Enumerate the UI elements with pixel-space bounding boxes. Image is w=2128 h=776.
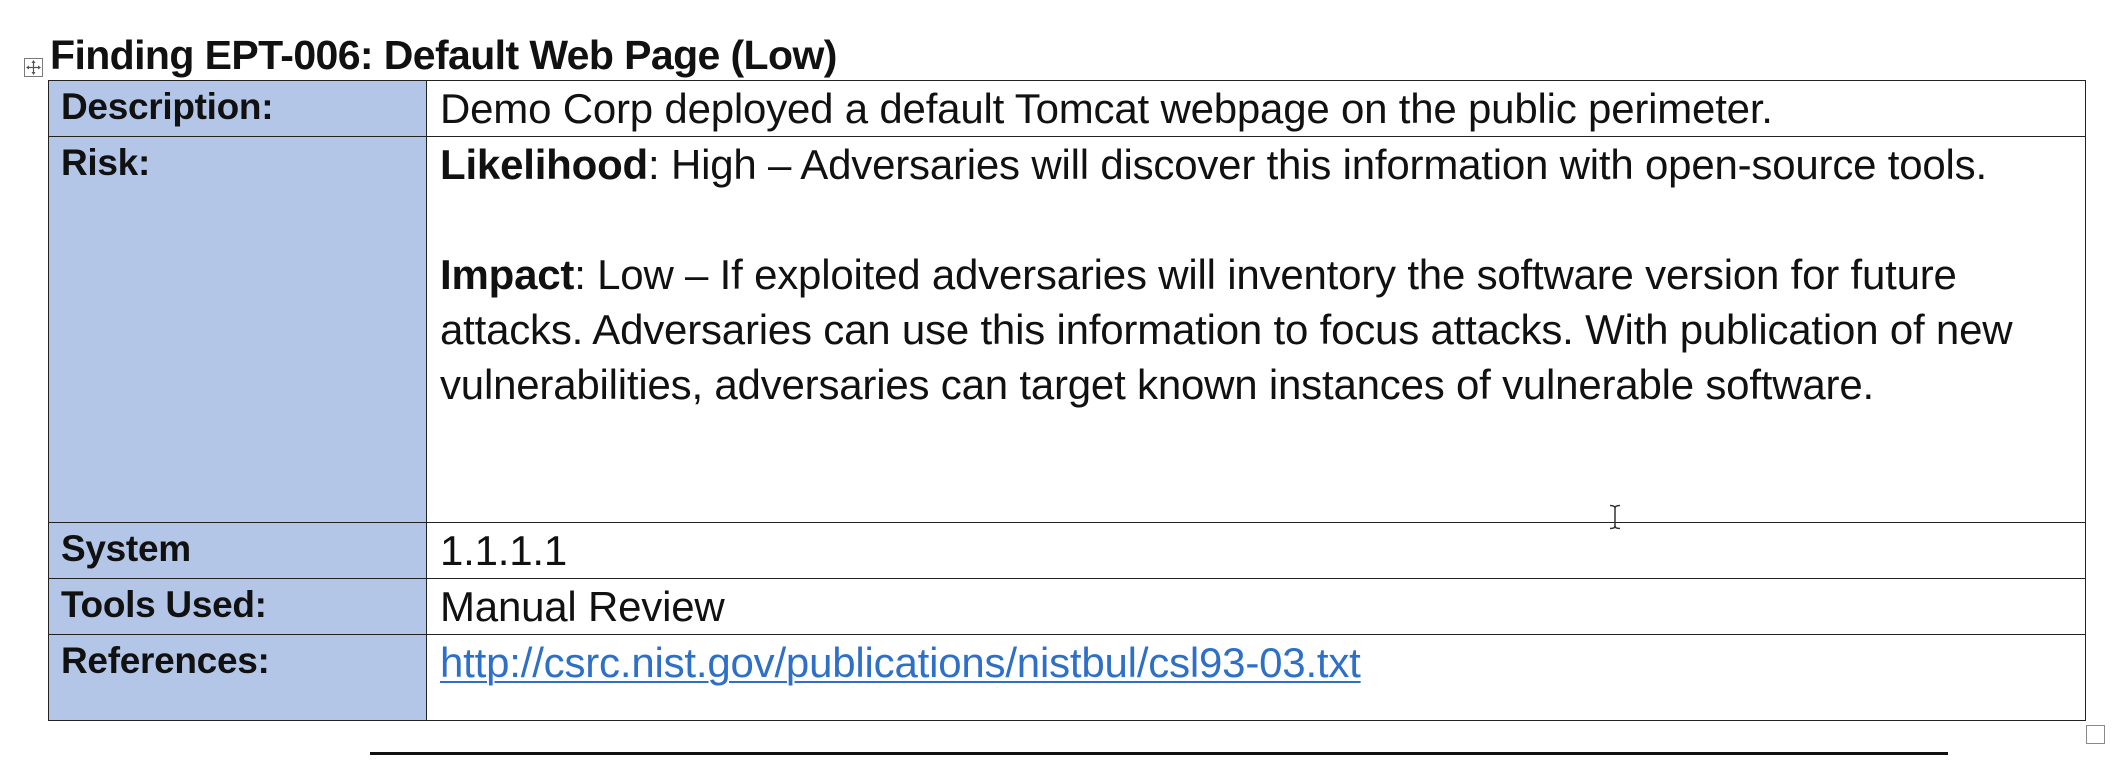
finding-title: Finding EPT-006: Default Web Page (Low) bbox=[50, 32, 837, 78]
description-value[interactable]: Demo Corp deployed a default Tomcat webp… bbox=[426, 80, 2086, 137]
table-resize-handle-icon[interactable] bbox=[2086, 725, 2105, 744]
likelihood-text: : High – Adversaries will discover this … bbox=[648, 141, 1987, 188]
table-row-risk: Risk: Likelihood: High – Adversaries wil… bbox=[48, 136, 2086, 523]
description-label: Description: bbox=[48, 80, 427, 137]
tools-value[interactable]: Manual Review bbox=[426, 578, 2086, 635]
tools-label: Tools Used: bbox=[48, 578, 427, 635]
table-row-tools: Tools Used: Manual Review bbox=[48, 578, 2086, 635]
impact-paragraph: Impact: Low – If exploited adversaries w… bbox=[440, 247, 2073, 412]
system-value[interactable]: 1.1.1.1 bbox=[426, 522, 2086, 579]
finding-table: Description: Demo Corp deployed a defaul… bbox=[48, 80, 2086, 721]
likelihood-label: Likelihood bbox=[440, 141, 649, 188]
impact-label: Impact bbox=[440, 251, 575, 298]
reference-link[interactable]: http://csrc.nist.gov/publications/nistbu… bbox=[440, 639, 1361, 686]
likelihood-paragraph: Likelihood: High – Adversaries will disc… bbox=[440, 137, 2073, 192]
table-move-handle-icon[interactable] bbox=[24, 58, 43, 77]
text-cursor-icon bbox=[1608, 504, 1622, 530]
risk-label: Risk: bbox=[48, 136, 427, 523]
system-label: System bbox=[48, 522, 427, 579]
table-row-references: References: http://csrc.nist.gov/publica… bbox=[48, 634, 2086, 721]
impact-text: : Low – If exploited adversaries will in… bbox=[440, 251, 2013, 408]
table-row-system: System 1.1.1.1 bbox=[48, 522, 2086, 579]
table-row-description: Description: Demo Corp deployed a defaul… bbox=[48, 80, 2086, 137]
risk-value[interactable]: Likelihood: High – Adversaries will disc… bbox=[426, 136, 2086, 523]
references-label: References: bbox=[48, 634, 427, 721]
horizontal-rule bbox=[370, 752, 1948, 755]
references-value: http://csrc.nist.gov/publications/nistbu… bbox=[426, 634, 2086, 721]
